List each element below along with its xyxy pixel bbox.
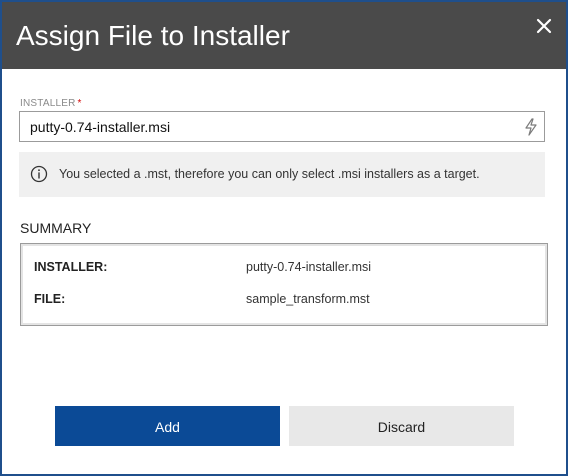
dialog-header: Assign File to Installer <box>2 2 566 69</box>
dialog-content: INSTALLER * putty-0.74-installer.msi You … <box>2 69 566 474</box>
info-icon <box>30 165 48 183</box>
add-button[interactable]: Add <box>55 406 280 446</box>
summary-row: FILE: sample_transform.mst <box>21 292 547 310</box>
close-icon[interactable] <box>532 14 556 38</box>
installer-field-label: INSTALLER * <box>20 98 82 109</box>
lightning-icon[interactable] <box>524 118 538 136</box>
info-banner: You selected a .mst, therefore you can o… <box>19 152 545 197</box>
summary-title: SUMMARY <box>20 220 92 236</box>
required-marker: * <box>77 98 82 109</box>
summary-key: INSTALLER: <box>34 260 108 274</box>
summary-value: putty-0.74-installer.msi <box>246 260 372 274</box>
summary-value: sample_transform.mst <box>246 292 370 306</box>
installer-input-value: putty-0.74-installer.msi <box>30 119 171 135</box>
installer-input[interactable]: putty-0.74-installer.msi <box>19 111 545 142</box>
summary-key: FILE: <box>34 292 66 306</box>
installer-label-text: INSTALLER <box>20 98 76 109</box>
summary-box: INSTALLER: putty-0.74-installer.msi FILE… <box>20 243 548 326</box>
assign-file-dialog: Assign File to Installer INSTALLER * putt… <box>0 0 568 476</box>
info-message: You selected a .mst, therefore you can o… <box>59 167 480 181</box>
dialog-title: Assign File to Installer <box>16 20 290 51</box>
summary-row: INSTALLER: putty-0.74-installer.msi <box>21 260 547 278</box>
discard-button[interactable]: Discard <box>289 406 514 446</box>
